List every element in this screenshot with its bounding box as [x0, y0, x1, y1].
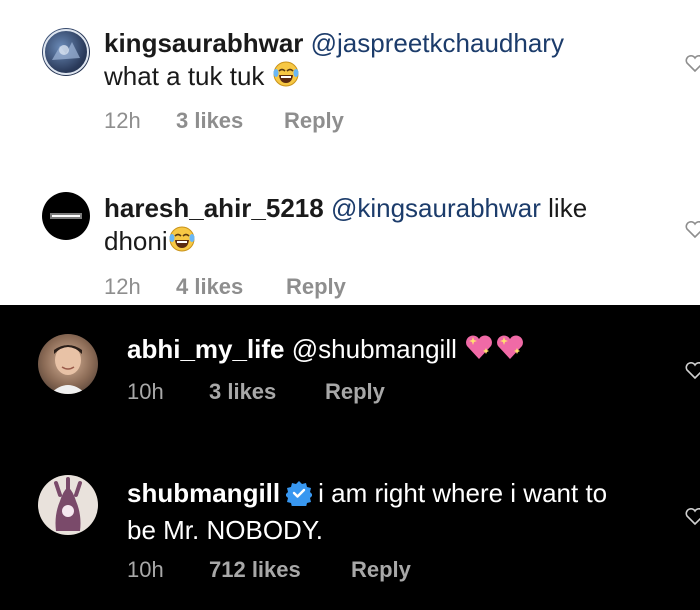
avatar-image	[50, 213, 82, 219]
laughing-tears-emoji	[168, 225, 196, 261]
heart-outline-icon[interactable]	[684, 218, 700, 240]
comment-likes[interactable]: 4 likes	[176, 274, 286, 300]
light-comments-panel: kingsaurabhwar @jaspreetkchaudhary what …	[0, 0, 700, 305]
avatar[interactable]	[38, 475, 98, 535]
comment-meta: 10h 3 likes Reply	[127, 379, 385, 405]
comment-body: like	[548, 193, 588, 223]
comment-time: 12h	[104, 108, 141, 133]
comment-meta: 12h 4 likes Reply	[104, 274, 346, 300]
reply-button[interactable]: Reply	[284, 108, 344, 134]
heart-outline-icon[interactable]	[684, 52, 700, 74]
comment-body: i am right where i want to	[318, 478, 608, 508]
heart-outline-icon[interactable]	[684, 359, 700, 381]
comment-username[interactable]: abhi_my_life	[127, 334, 285, 364]
laughing-tears-emoji	[272, 60, 300, 96]
heart-outline-icon[interactable]	[684, 505, 700, 527]
comment-mention[interactable]: @shubmangill	[292, 334, 457, 364]
comment-time: 10h	[127, 379, 164, 404]
comment-body-line2: dhoni	[104, 226, 168, 256]
comment-mention[interactable]: @jaspreetkchaudhary	[311, 28, 564, 58]
comment-username[interactable]: kingsaurabhwar	[104, 28, 303, 58]
comment-time: 12h	[104, 274, 141, 299]
comment-body-line2: be Mr. NOBODY.	[127, 515, 324, 545]
comment-text: haresh_ahir_5218 @kingsaurabhwar like dh…	[104, 192, 664, 261]
comment-likes[interactable]: 3 likes	[209, 379, 325, 405]
verified-badge-icon	[285, 480, 314, 514]
comment-body: what a tuk tuk	[104, 61, 265, 91]
comment-text: abhi_my_life @shubmangill	[127, 332, 667, 370]
avatar[interactable]	[42, 192, 90, 240]
avatar-image	[43, 29, 89, 75]
comment-likes[interactable]: 3 likes	[176, 108, 284, 134]
comment-item: shubmangill i am right where i want to b…	[0, 445, 700, 610]
comment-username[interactable]: shubmangill	[127, 478, 280, 508]
comment-text: shubmangill i am right where i want to b…	[127, 477, 667, 547]
comment-meta: 12h 3 likes Reply	[104, 108, 344, 134]
comment-meta: 10h 712 likes Reply	[127, 557, 411, 583]
reply-button[interactable]: Reply	[325, 379, 385, 405]
comment-item: kingsaurabhwar @jaspreetkchaudhary what …	[0, 0, 700, 150]
avatar[interactable]	[42, 28, 90, 76]
avatar[interactable]	[38, 334, 98, 394]
comment-mention[interactable]: @kingsaurabhwar	[331, 193, 541, 223]
comment-username[interactable]: haresh_ahir_5218	[104, 193, 324, 223]
avatar-image	[50, 345, 86, 394]
comment-likes[interactable]: 712 likes	[209, 557, 351, 583]
avatar-image	[54, 477, 82, 531]
comment-text: kingsaurabhwar @jaspreetkchaudhary what …	[104, 27, 664, 96]
comment-item: haresh_ahir_5218 @kingsaurabhwar like dh…	[0, 150, 700, 305]
sparkling-heart-emoji	[464, 332, 526, 370]
comment-time: 10h	[127, 557, 164, 582]
dark-comments-panel: abhi_my_life @shubmangill 10h 3 likes Re…	[0, 305, 700, 610]
comment-item: abhi_my_life @shubmangill 10h 3 likes Re…	[0, 305, 700, 445]
reply-button[interactable]: Reply	[351, 557, 411, 583]
reply-button[interactable]: Reply	[286, 274, 346, 300]
